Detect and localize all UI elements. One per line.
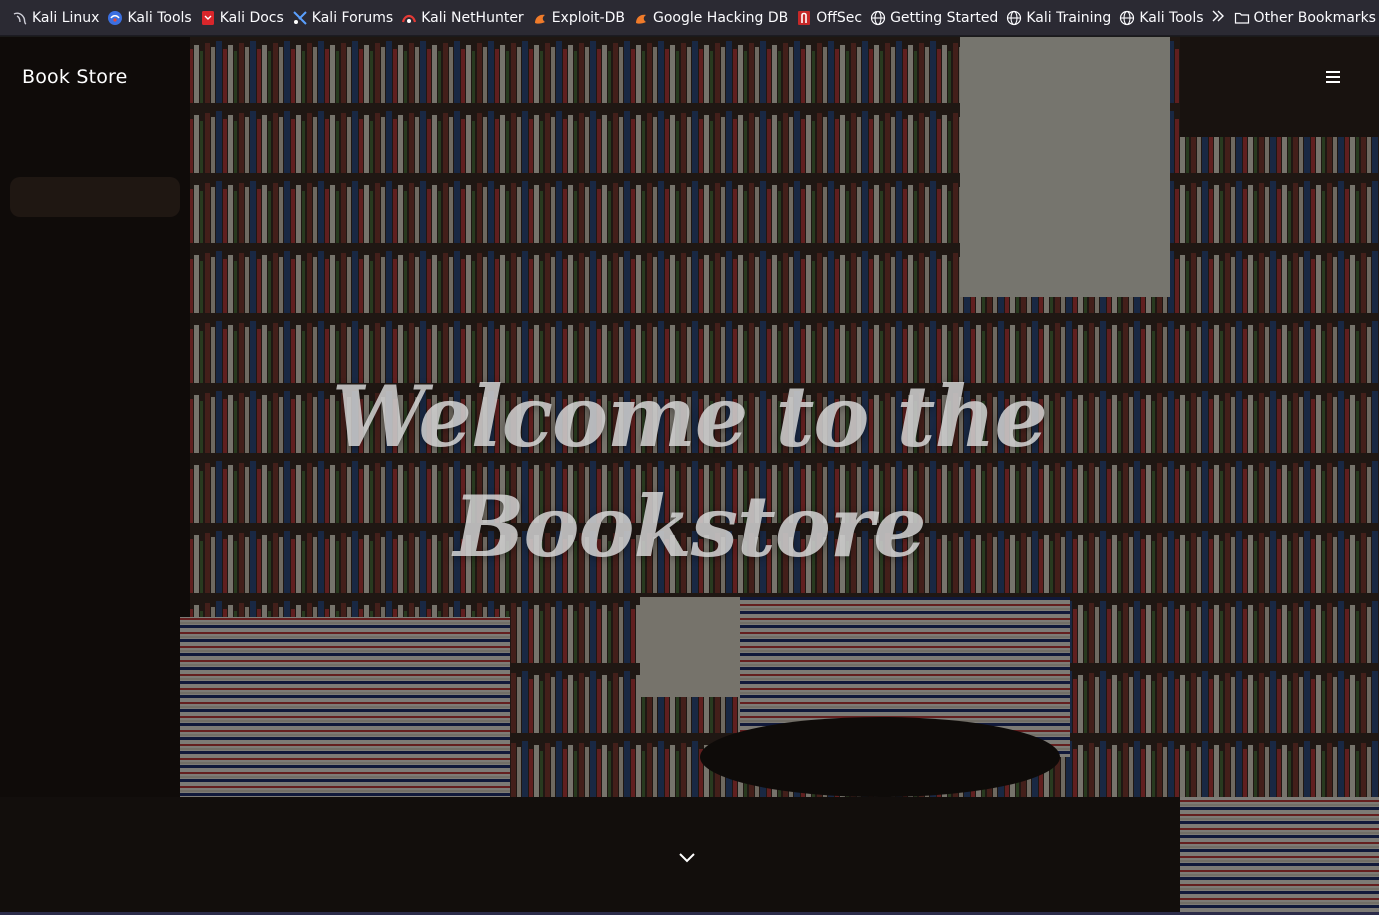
hero-heading: Welcome to the Bookstore <box>0 362 1379 582</box>
bookmark-kali-linux[interactable]: Kali Linux <box>10 4 105 32</box>
bookmark-kali-tools[interactable]: Kali Tools <box>105 4 197 32</box>
bookmark-label: Kali Docs <box>219 9 284 26</box>
bookmark-exploit-db[interactable]: Exploit-DB <box>530 4 631 32</box>
kali-dragon-icon <box>12 10 28 26</box>
hero-section: Book Store Welcome to the Bookstore <box>0 37 1379 915</box>
bookmark-label: Google Hacking DB <box>652 9 789 26</box>
bookmark-kali-forums[interactable]: Kali Forums <box>290 4 399 32</box>
ghdb-icon <box>633 10 649 26</box>
bookmark-label: Kali Tools <box>127 9 192 26</box>
bookmark-label: Other Bookmarks <box>1253 9 1376 26</box>
bookmark-google-hacking-db[interactable]: Google Hacking DB <box>631 4 794 32</box>
hero-heading-line-2: Bookstore <box>453 477 926 576</box>
site-navbar: Book Store <box>0 37 1379 117</box>
brand-link[interactable]: Book Store <box>22 66 128 88</box>
hero-heading-line-1: Welcome to the <box>332 367 1048 466</box>
bookmark-label: Exploit-DB <box>551 9 625 26</box>
offsec-icon <box>796 10 812 26</box>
bookmark-label: Kali Linux <box>32 9 100 26</box>
bookmark-getting-started[interactable]: Getting Started <box>868 4 1004 32</box>
bookmarks-toolbar: Kali Linux Kali Tools Kali Docs Kali For… <box>0 0 1379 36</box>
bookmark-kali-nethunter[interactable]: Kali NetHunter <box>399 4 529 32</box>
bookmark-kali-docs[interactable]: Kali Docs <box>198 4 290 32</box>
kali-forums-icon <box>292 10 308 26</box>
bookmark-label: Kali Forums <box>311 9 394 26</box>
chevrons-right-icon <box>1210 8 1226 28</box>
bookmark-kali-tools-2[interactable]: Kali Tools <box>1117 4 1209 32</box>
globe-icon <box>870 10 886 26</box>
bookmark-label: Kali Tools <box>1139 9 1204 26</box>
globe-icon <box>1006 10 1022 26</box>
bookmark-offsec[interactable]: OffSec <box>794 4 868 32</box>
nethunter-icon <box>401 10 417 26</box>
bookmark-label: Kali Training <box>1026 9 1112 26</box>
folder-icon <box>1234 10 1250 26</box>
scroll-down-button[interactable] <box>676 847 698 869</box>
bookmark-label: Getting Started <box>890 9 999 26</box>
exploit-db-icon <box>532 10 548 26</box>
chevron-down-icon <box>678 849 696 868</box>
hamburger-icon <box>1326 68 1340 87</box>
globe-icon <box>1119 10 1135 26</box>
bookmark-label: Kali NetHunter <box>421 9 524 26</box>
kali-tools-icon <box>107 10 123 26</box>
bookmark-label: OffSec <box>816 9 863 26</box>
more-bookmarks-button[interactable] <box>1210 4 1226 32</box>
bookmark-kali-training[interactable]: Kali Training <box>1004 4 1117 32</box>
other-bookmarks-folder[interactable]: Other Bookmarks <box>1232 4 1379 32</box>
menu-toggle-button[interactable] <box>1321 65 1345 89</box>
kali-docs-icon <box>200 10 216 26</box>
